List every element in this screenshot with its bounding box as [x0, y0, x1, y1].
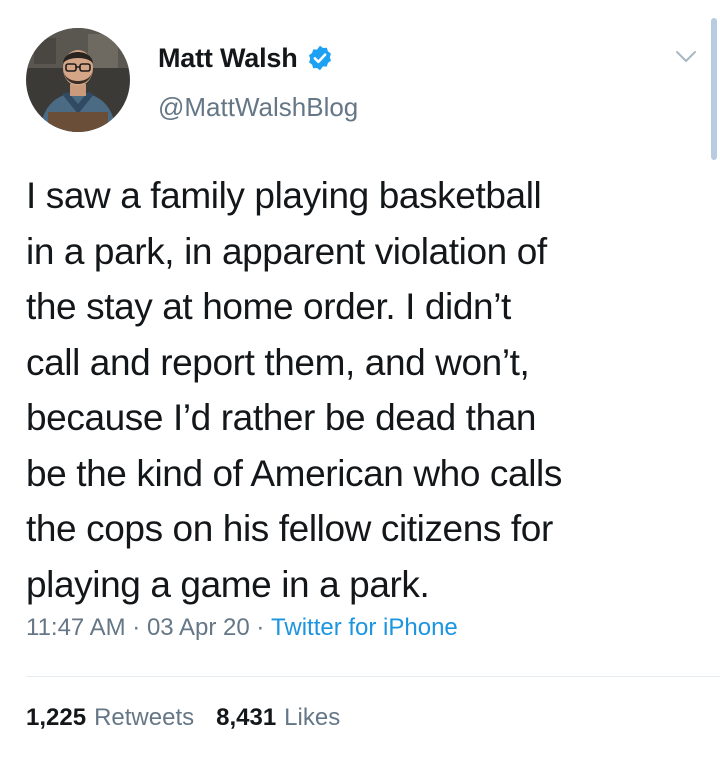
- scrollbar[interactable]: [711, 18, 717, 160]
- avatar-photo: [26, 28, 130, 132]
- chevron-down-icon: [676, 51, 696, 62]
- tweet-time[interactable]: 11:47 AM: [26, 614, 126, 642]
- verified-badge-icon: [308, 45, 331, 71]
- tweet-date[interactable]: 03 Apr 20: [147, 614, 250, 642]
- retweets-stat[interactable]: 1,225 Retweets: [26, 704, 194, 732]
- avatar[interactable]: [26, 28, 130, 132]
- retweets-label: Retweets: [94, 704, 195, 731]
- tweet-menu-button[interactable]: [668, 42, 704, 72]
- divider: [26, 676, 720, 677]
- tweet-card: Matt Walsh @MattWalshBlog I saw a family…: [0, 0, 720, 764]
- likes-label: Likes: [284, 704, 341, 731]
- meta-separator: ·: [249, 614, 272, 641]
- tweet-meta: 11:47 AM · 03 Apr 20 · Twitter for iPhon…: [26, 614, 458, 642]
- tweet-stats: 1,225 Retweets 8,431 Likes: [26, 704, 340, 732]
- retweets-count: 1,225: [26, 704, 87, 731]
- tweet-text: I saw a family playing basketball in a p…: [26, 175, 562, 605]
- author-handle[interactable]: @MattWalshBlog: [158, 92, 358, 123]
- tweet-source-link[interactable]: Twitter for iPhone: [271, 614, 458, 642]
- likes-count: 8,431: [216, 704, 277, 731]
- meta-separator: ·: [125, 614, 147, 641]
- author-name-row: Matt Walsh: [158, 40, 334, 76]
- likes-stat[interactable]: 8,431 Likes: [216, 704, 340, 732]
- author-display-name[interactable]: Matt Walsh: [158, 43, 298, 74]
